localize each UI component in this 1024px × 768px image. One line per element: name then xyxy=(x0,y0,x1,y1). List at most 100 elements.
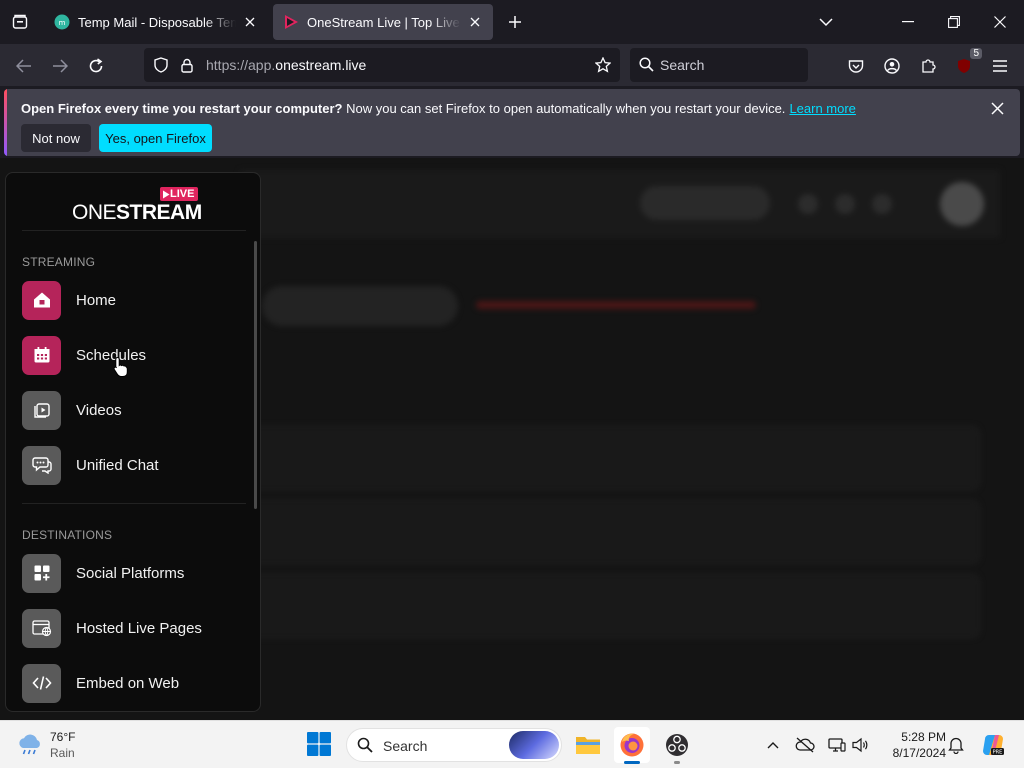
svg-text:PRE: PRE xyxy=(993,750,1003,756)
new-tab-plus-icon[interactable] xyxy=(503,10,527,34)
file-explorer-icon[interactable] xyxy=(570,727,606,763)
lock-icon[interactable] xyxy=(178,56,196,74)
windows-start-icon[interactable] xyxy=(306,731,334,759)
background-warning-line xyxy=(476,301,756,309)
tab-temp-mail[interactable]: m Temp Mail - Disposable Temporary Email xyxy=(44,4,268,40)
section-label-streaming: STREAMING xyxy=(22,255,96,269)
rain-cloud-icon xyxy=(16,733,44,762)
extensions-puzzle-icon[interactable] xyxy=(914,52,942,80)
tab-strip: m Temp Mail - Disposable Temporary Email… xyxy=(0,0,1024,44)
taskbar-search-box[interactable]: Search xyxy=(346,728,562,762)
home-icon xyxy=(22,280,61,320)
account-icon[interactable] xyxy=(878,52,906,80)
background-row xyxy=(250,426,980,490)
onestream-favicon-icon xyxy=(283,14,299,30)
running-app-indicator xyxy=(674,761,680,764)
sidebar-item-videos[interactable]: Videos xyxy=(22,390,246,430)
volume-speaker-icon[interactable] xyxy=(851,735,871,755)
copilot-icon[interactable]: PRE xyxy=(980,732,1006,758)
show-hidden-icons-chevron-icon[interactable] xyxy=(763,735,783,755)
notification-bold-text: Open Firefox every time you restart your… xyxy=(21,101,343,116)
url-scheme: https://app. xyxy=(206,57,276,73)
svg-text:m: m xyxy=(59,19,66,27)
system-clock[interactable]: 5:28 PM 8/17/2024 xyxy=(876,729,946,761)
logo-stream: STREAM xyxy=(116,201,202,224)
ublock-extension-icon[interactable]: 5 xyxy=(950,48,982,80)
divider xyxy=(22,503,246,504)
onedrive-offline-icon[interactable] xyxy=(795,735,815,755)
logo-one: ONE xyxy=(72,201,117,224)
not-now-button[interactable]: Not now xyxy=(21,124,91,152)
learn-more-link[interactable]: Learn more xyxy=(789,101,855,116)
background-row xyxy=(250,574,980,638)
pocket-icon[interactable] xyxy=(842,52,870,80)
embed-icon xyxy=(22,663,61,703)
sidebar-item-social-platforms[interactable]: Social Platforms xyxy=(22,553,246,593)
onestream-logo[interactable]: LIVE ONESTREAM xyxy=(6,181,260,231)
hamburger-menu-icon[interactable] xyxy=(986,52,1014,80)
restart-notification-bar: Open Firefox every time you restart your… xyxy=(4,89,1020,156)
background-avatar xyxy=(940,182,984,226)
clock-time: 5:28 PM xyxy=(901,730,946,744)
minimize-window-icon[interactable] xyxy=(888,6,928,38)
notification-message: Open Firefox every time you restart your… xyxy=(21,101,856,116)
forward-arrow-icon[interactable] xyxy=(46,52,74,80)
windows-taskbar: 76°F Rain Search 5:28 PM 8/17/2024 PRE xyxy=(0,720,1024,768)
sidebar-item-embed-on-web[interactable]: Embed on Web xyxy=(22,663,246,703)
background-row xyxy=(250,500,980,564)
url-host: onestream.live xyxy=(275,57,367,73)
close-notification-icon[interactable] xyxy=(988,99,1006,117)
sidebar-item-label: Unified Chat xyxy=(76,456,159,474)
tab-title: Temp Mail - Disposable Temporary Email xyxy=(78,14,236,30)
sidebar-item-home[interactable]: Home xyxy=(22,280,246,320)
social-platforms-icon xyxy=(22,553,61,593)
firefox-view-icon[interactable] xyxy=(8,10,32,34)
weather-condition: Rain xyxy=(50,746,75,760)
extension-badge-count: 5 xyxy=(970,48,982,59)
close-window-icon[interactable] xyxy=(980,6,1020,38)
notification-bell-icon[interactable] xyxy=(946,735,966,755)
search-bar[interactable]: Search xyxy=(630,48,808,82)
navigation-toolbar: https://app.onestream.live Search 5 xyxy=(0,44,1024,86)
background-card xyxy=(262,286,458,326)
sidebar-item-schedules[interactable]: Schedules xyxy=(22,335,246,375)
address-bar[interactable]: https://app.onestream.live xyxy=(144,48,620,82)
restore-window-icon[interactable] xyxy=(934,6,974,38)
live-badge: LIVE xyxy=(160,187,199,201)
bookmark-star-icon[interactable] xyxy=(594,56,612,74)
yes-open-firefox-button[interactable]: Yes, open Firefox xyxy=(99,124,212,152)
shield-icon[interactable] xyxy=(152,56,170,74)
tab-onestream[interactable]: OneStream Live | Top Live Streaming xyxy=(273,4,493,40)
background-pill xyxy=(640,186,770,220)
sidebar-item-hosted-live-pages[interactable]: Hosted Live Pages xyxy=(22,608,246,648)
search-placeholder: Search xyxy=(660,57,705,73)
sidebar-scrollbar[interactable] xyxy=(254,241,257,509)
sidebar-menu: LIVE ONESTREAM STREAMING Home Schedules … xyxy=(5,172,261,712)
sidebar-item-unified-chat[interactable]: Unified Chat xyxy=(22,445,246,485)
sidebar-item-label: Hosted Live Pages xyxy=(76,619,202,637)
url-text: https://app.onestream.live xyxy=(206,57,366,73)
obs-studio-icon[interactable] xyxy=(659,727,695,764)
search-icon xyxy=(639,57,654,77)
sidebar-item-label: Videos xyxy=(76,401,122,419)
temp-mail-favicon-icon: m xyxy=(54,14,70,30)
sidebar-item-label: Embed on Web xyxy=(76,674,180,692)
sidebar-item-label: Home xyxy=(76,291,117,309)
weather-widget[interactable]: 76°F Rain xyxy=(16,729,96,761)
background-dot xyxy=(798,194,818,214)
clock-date: 8/17/2024 xyxy=(892,746,946,760)
chat-icon xyxy=(22,445,61,485)
search-icon xyxy=(357,737,373,758)
sidebar-item-label: Social Platforms xyxy=(76,564,185,582)
videos-icon xyxy=(22,390,61,430)
close-tab-icon[interactable] xyxy=(242,14,258,30)
firefox-taskbar-icon[interactable] xyxy=(614,727,650,764)
search-highlight-image xyxy=(509,731,559,759)
reload-icon[interactable] xyxy=(82,52,110,80)
close-tab-icon[interactable] xyxy=(467,14,483,30)
network-display-icon[interactable] xyxy=(827,735,847,755)
back-arrow-icon[interactable] xyxy=(10,52,38,80)
list-all-tabs-chevron-icon[interactable] xyxy=(814,10,838,34)
active-app-indicator xyxy=(624,761,640,764)
divider xyxy=(22,230,246,231)
